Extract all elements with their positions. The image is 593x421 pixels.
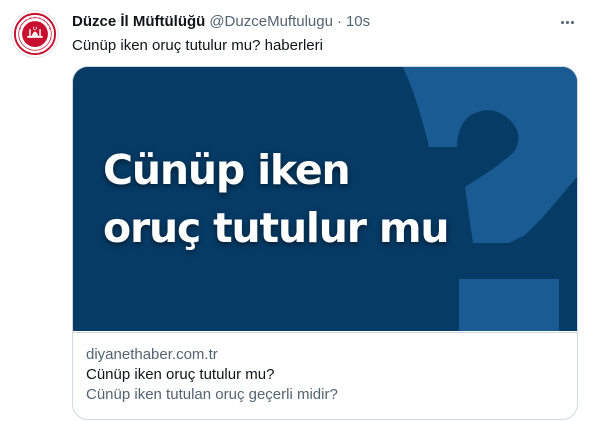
- headline-line-2: oruç tutulur mu: [103, 204, 450, 252]
- separator-dot: ·: [336, 13, 342, 30]
- card-body[interactable]: diyanethaber.com.tr Cünüp iken oruç tutu…: [73, 332, 577, 419]
- card-image-headline: Cünüp iken oruç tutulur mu: [103, 141, 483, 257]
- avatar[interactable]: [11, 10, 59, 58]
- tweet-timestamp[interactable]: 10s: [346, 12, 370, 32]
- more-options-icon[interactable]: [555, 12, 579, 32]
- card-image[interactable]: Cünüp iken oruç tutulur mu: [73, 67, 577, 331]
- tweet[interactable]: Düzce İl Müftülüğü @DuzceMuftulugu · 10s…: [0, 0, 593, 421]
- card-domain: diyanethaber.com.tr: [86, 346, 218, 363]
- diyanet-logo-icon: [13, 12, 57, 56]
- tweet-text: Cünüp iken oruç tutulur mu? haberleri: [72, 37, 323, 54]
- headline-line-1: Cünüp iken: [103, 146, 351, 194]
- link-card[interactable]: Cünüp iken oruç tutulur mu diyanethaber.…: [72, 66, 578, 420]
- card-title: Cünüp iken oruç tutulur mu?: [86, 366, 275, 383]
- author-handle[interactable]: @DuzceMuftulugu: [209, 12, 333, 32]
- author-display-name[interactable]: Düzce İl Müftülüğü: [72, 12, 205, 32]
- tweet-header: Düzce İl Müftülüğü @DuzceMuftulugu · 10s: [72, 12, 579, 32]
- card-description: Cünüp iken tutulan oruç geçerli midir?: [86, 386, 338, 403]
